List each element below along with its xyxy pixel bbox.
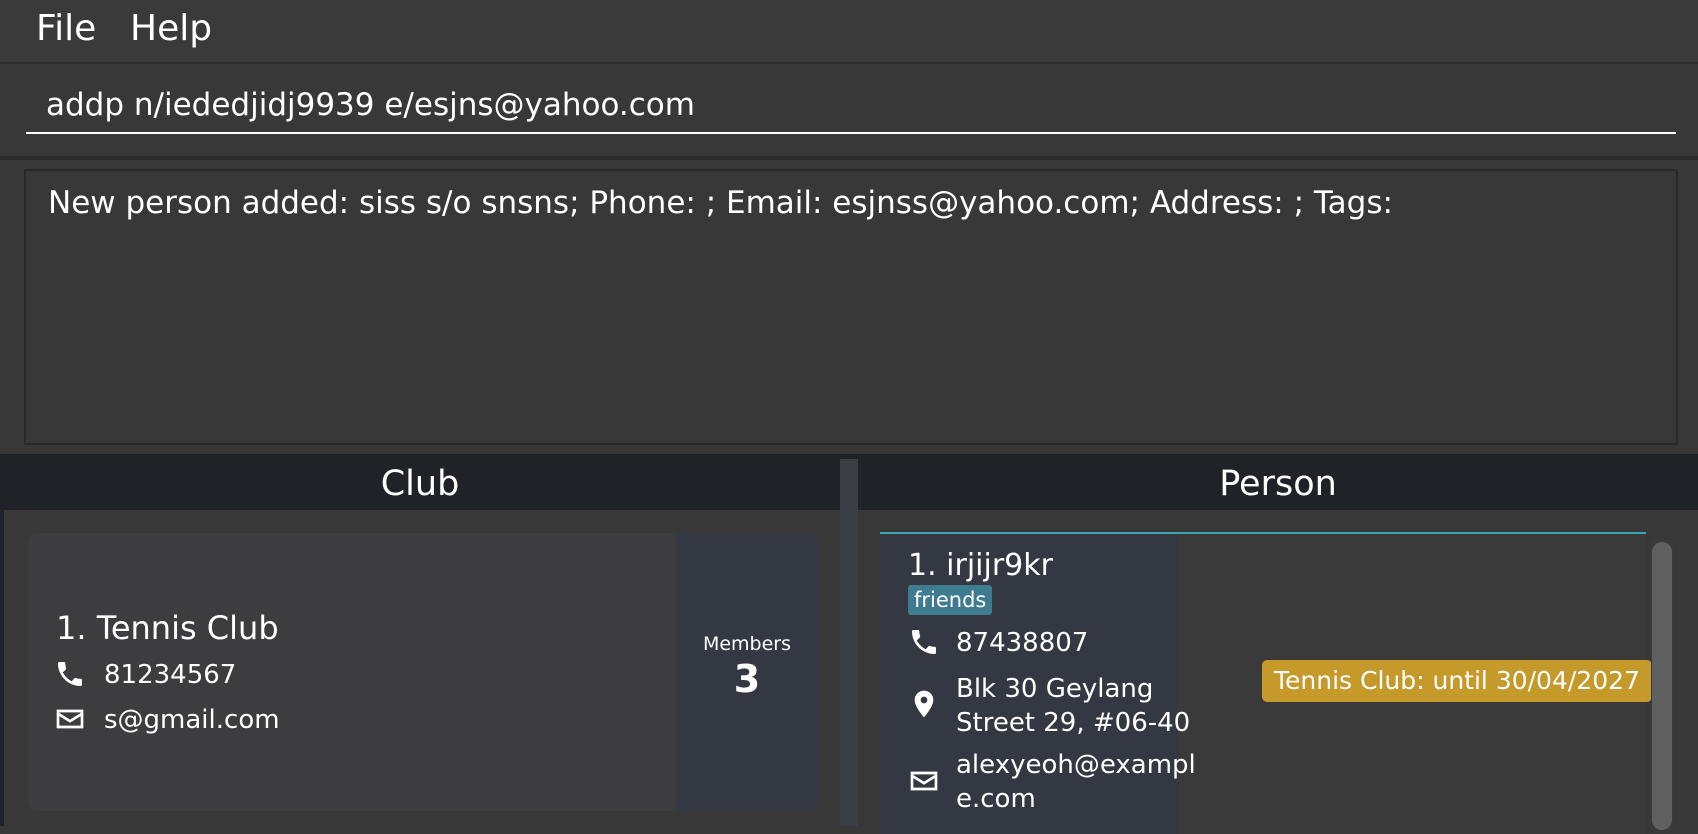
command-input[interactable] (26, 78, 1676, 134)
envelope-icon (910, 771, 938, 791)
envelope-icon (56, 709, 84, 729)
split-pane-divider[interactable] (840, 459, 858, 826)
menu-help[interactable]: Help (130, 8, 212, 49)
person-tag: friends (908, 585, 993, 615)
club-name: 1. Tennis Club (56, 609, 279, 647)
menu-file[interactable]: File (36, 8, 96, 49)
club-email: s@gmail.com (104, 705, 280, 735)
menu-bar: File Help (0, 0, 1698, 64)
phone-icon (58, 662, 82, 686)
person-name: 1. irjijr9kr (908, 548, 1053, 583)
person-email-line2: e.com (956, 784, 1036, 814)
club-phone: 81234567 (104, 660, 237, 690)
person-phone: 87438807 (956, 628, 1089, 658)
person-address-line2: Street 29, #06-40 (956, 708, 1191, 738)
club-list-header: Club (0, 456, 840, 506)
result-message: New person added: siss s/o snsns; Phone:… (48, 185, 1393, 221)
members-count: 3 (733, 657, 761, 701)
person-address-line1: Blk 30 Geylang (956, 674, 1154, 704)
person-email: alexyeoh@exampl e.com (956, 748, 1196, 816)
location-pin-icon (914, 690, 934, 718)
person-email-line1: alexyeoh@exampl (956, 750, 1196, 780)
members-label: Members (702, 633, 792, 655)
result-display: New person added: siss s/o snsns; Phone:… (24, 169, 1678, 445)
person-list-header: Person (858, 456, 1698, 506)
club-membership-badge: Tennis Club: until 30/04/2027 (1262, 660, 1652, 702)
phone-icon (912, 630, 936, 654)
person-address: Blk 30 Geylang Street 29, #06-40 (956, 672, 1190, 740)
members-count-box: Members 3 (676, 533, 818, 811)
command-box (0, 64, 1698, 160)
person-list-scrollbar-thumb[interactable] (1652, 542, 1672, 830)
